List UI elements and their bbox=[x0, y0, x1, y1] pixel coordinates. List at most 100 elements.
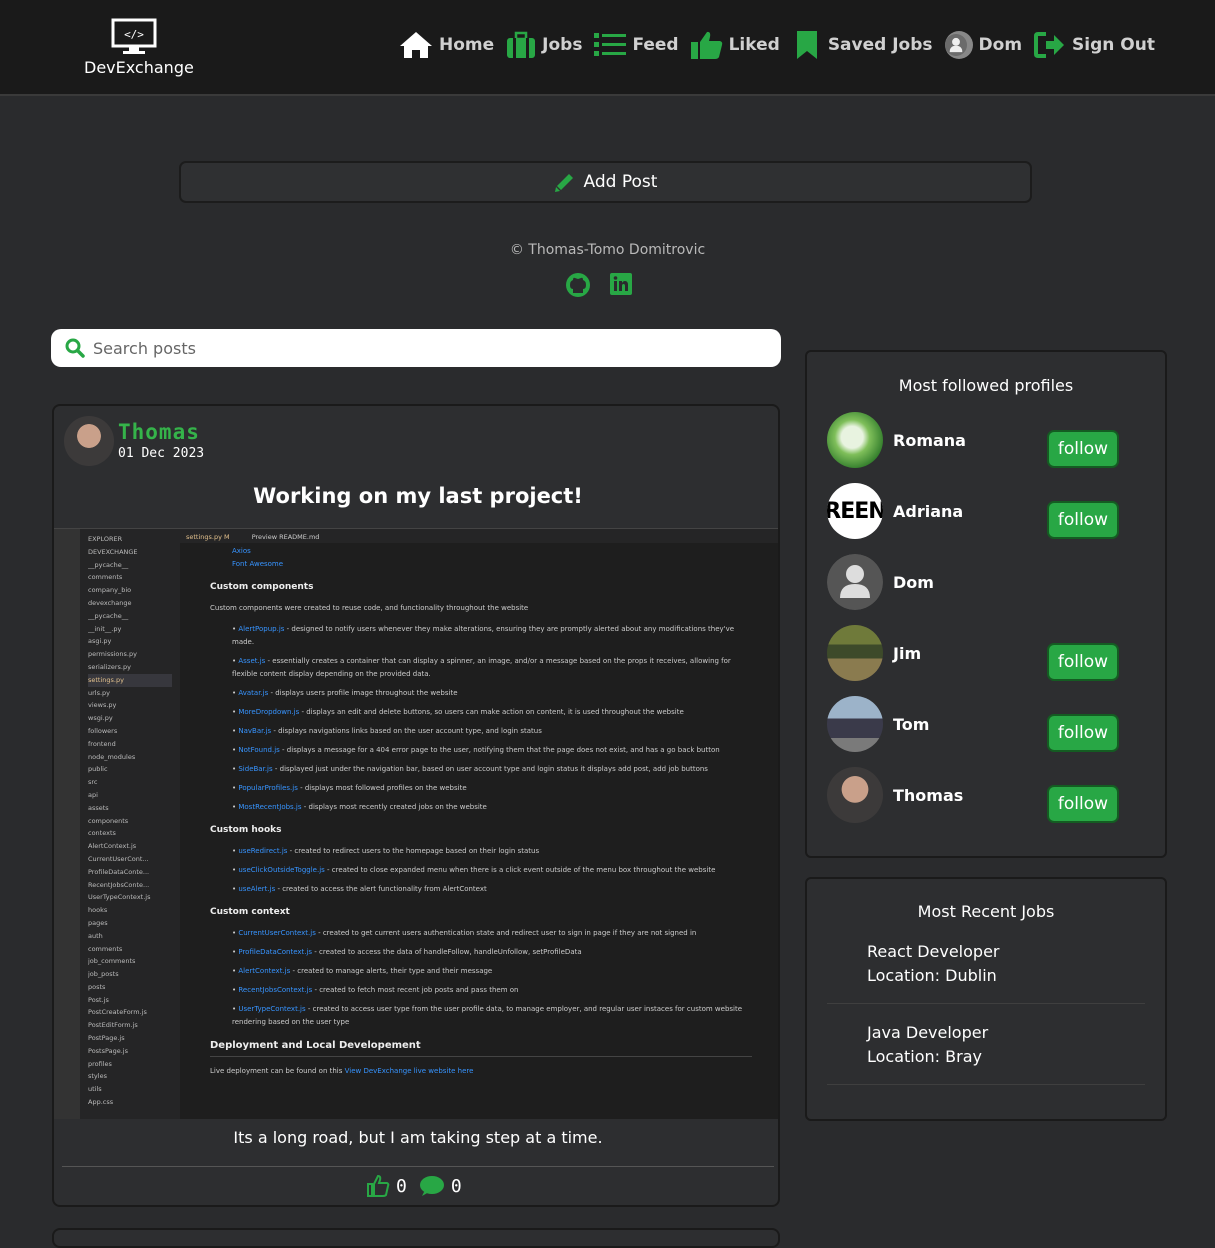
profile-name[interactable]: Jim bbox=[893, 644, 921, 663]
explorer-item: __init__.py bbox=[88, 624, 122, 633]
follow-button[interactable]: follow bbox=[1047, 714, 1119, 752]
thumbs-up-outline-icon[interactable] bbox=[366, 1174, 390, 1198]
profile-name[interactable]: Romana bbox=[893, 431, 966, 450]
follow-button[interactable]: follow bbox=[1047, 501, 1119, 539]
editor-heading: Custom components bbox=[210, 582, 314, 592]
popular-profiles-panel: Most followed profiles Romana follow REE… bbox=[805, 350, 1167, 858]
editor-list-item: • ProfileDataContext.js - created to acc… bbox=[232, 948, 582, 956]
linkedin-icon[interactable] bbox=[609, 272, 633, 296]
github-icon[interactable] bbox=[565, 272, 591, 298]
editor-text: - designed to notify users whenever they… bbox=[232, 625, 735, 646]
explorer-item: DEVEXCHANGE bbox=[88, 547, 138, 556]
social-links bbox=[565, 272, 633, 298]
explorer-item: __pycache__ bbox=[88, 560, 129, 569]
explorer-item: ProfileDataConte... bbox=[88, 867, 150, 876]
follow-button[interactable]: follow bbox=[1047, 643, 1119, 681]
nav-jobs[interactable]: Jobs bbox=[506, 31, 582, 59]
editor-text: - created to manage alerts, their type a… bbox=[290, 967, 493, 975]
editor-list-item: • RecentJobsContext.js - created to fetc… bbox=[232, 986, 519, 994]
nav-feed-label: Feed bbox=[632, 35, 679, 55]
explorer-item: PostEditForm.js bbox=[88, 1021, 138, 1030]
nav-saved-jobs[interactable]: Saved Jobs bbox=[792, 30, 933, 60]
editor-link-text: Axios bbox=[232, 547, 251, 555]
explorer-item: api bbox=[88, 790, 98, 799]
avatar[interactable] bbox=[827, 412, 883, 468]
nav-feed[interactable]: Feed bbox=[594, 32, 679, 58]
editor-link: useAlert.js bbox=[238, 885, 276, 893]
editor-tab: settings.py M bbox=[186, 533, 230, 541]
sign-out-icon bbox=[1034, 32, 1065, 58]
explorer-item: App.css bbox=[88, 1098, 114, 1107]
editor-link: View DevExchange live website here bbox=[344, 1067, 474, 1075]
nav-profile[interactable]: Dom bbox=[944, 31, 1023, 59]
nav-liked[interactable]: Liked bbox=[690, 30, 780, 60]
job-location: Location: Bray bbox=[867, 1047, 982, 1066]
profile-name[interactable]: Dom bbox=[893, 573, 934, 592]
editor-list-item: • useAlert.js - created to access the al… bbox=[232, 885, 487, 893]
avatar[interactable] bbox=[827, 696, 883, 752]
explorer-item: utils bbox=[88, 1085, 102, 1094]
avatar[interactable] bbox=[827, 625, 883, 681]
explorer-item: company_bio bbox=[88, 586, 132, 595]
editor-tabs: settings.py M Preview README.md bbox=[180, 529, 778, 543]
explorer-item: UserTypeContext.js bbox=[88, 893, 151, 902]
editor-link: SideBar.js bbox=[238, 765, 273, 773]
post-title[interactable]: Working on my last project! bbox=[54, 484, 778, 508]
nav-sign-out[interactable]: Sign Out bbox=[1034, 31, 1155, 59]
nav-profile-label: Dom bbox=[978, 35, 1023, 55]
editor-text: Live deployment can be found on this bbox=[210, 1067, 345, 1075]
nav-home[interactable]: Home bbox=[399, 31, 494, 59]
profile-item: Dom bbox=[827, 554, 1147, 610]
explorer-item: styles bbox=[88, 1072, 107, 1081]
home-icon bbox=[399, 32, 432, 58]
editor-text: - displays navigations links based on th… bbox=[271, 727, 542, 735]
editor-list-item: • useClickOutsideToggle.js - created to … bbox=[232, 866, 716, 874]
explorer-item: settings.py bbox=[88, 673, 172, 687]
editor-link: ProfileDataContext.js bbox=[238, 948, 313, 956]
post-author-name[interactable]: Thomas bbox=[118, 420, 200, 444]
post-date: 01 Dec 2023 bbox=[118, 446, 205, 461]
editor-text: - created to redirect users to the homep… bbox=[287, 847, 540, 855]
editor-list-item: • MoreDropdown.js - displays an edit and… bbox=[232, 708, 684, 716]
add-post-label: Add Post bbox=[583, 172, 658, 192]
editor-text: - displays most recently created jobs on… bbox=[301, 803, 487, 811]
editor-list-item: • useRedirect.js - created to redirect u… bbox=[232, 847, 540, 855]
editor-list-item: • AlertPopup.js - designed to notify use… bbox=[232, 625, 735, 646]
editor-activity-bar bbox=[54, 529, 80, 1119]
profile-name[interactable]: Tom bbox=[893, 715, 929, 734]
editor-link: AlertContext.js bbox=[238, 967, 291, 975]
explorer-item: src bbox=[88, 778, 98, 787]
post-author-avatar[interactable] bbox=[64, 416, 114, 466]
top-navbar: </> DevExchange Home Jobs Feed Liked Sav… bbox=[0, 0, 1215, 96]
search-input[interactable] bbox=[93, 338, 693, 358]
job-item[interactable]: React Developer Location: Dublin bbox=[867, 940, 1000, 988]
editor-link: Avatar.js bbox=[238, 689, 269, 697]
profile-name[interactable]: Thomas bbox=[893, 786, 963, 805]
brand-logo[interactable]: </> DevExchange bbox=[84, 18, 194, 77]
recent-jobs-title: Most Recent Jobs bbox=[917, 902, 1055, 921]
editor-text: - essentially creates a container that c… bbox=[232, 657, 731, 678]
editor-text: - created to fetch most recent job posts… bbox=[312, 986, 519, 994]
divider bbox=[827, 1003, 1145, 1004]
explorer-item: node_modules bbox=[88, 752, 136, 761]
monitor-code-icon: </> bbox=[111, 18, 157, 54]
editor-link: Axios bbox=[210, 545, 752, 558]
editor-heading: Deployment and Local Developement bbox=[210, 1039, 752, 1057]
profile-name[interactable]: Adriana bbox=[893, 502, 963, 521]
explorer-item: EXPLORER bbox=[88, 535, 123, 543]
follow-button[interactable]: follow bbox=[1047, 430, 1119, 468]
avatar[interactable] bbox=[827, 554, 883, 610]
comment-icon[interactable] bbox=[419, 1175, 445, 1197]
main-nav: Home Jobs Feed Liked Saved Jobs Dom Sign… bbox=[387, 30, 1155, 60]
editor-list-item: • PopularProfiles.js - displays most fol… bbox=[232, 784, 467, 792]
job-item[interactable]: Java Developer Location: Bray bbox=[867, 1021, 988, 1069]
avatar[interactable]: REEN bbox=[827, 483, 883, 539]
editor-link: NotFound.js bbox=[238, 746, 280, 754]
post-content: Its a long road, but I am taking step at… bbox=[233, 1128, 603, 1147]
explorer-item: PostsPage.js bbox=[88, 1046, 128, 1055]
post-image[interactable]: EXPLORER DEVEXCHANGE __pycache__ comments co… bbox=[54, 528, 778, 1119]
add-post-button[interactable]: Add Post bbox=[179, 161, 1032, 203]
avatar[interactable] bbox=[827, 767, 883, 823]
follow-button[interactable]: follow bbox=[1047, 785, 1119, 823]
explorer-item: contexts bbox=[88, 829, 116, 838]
